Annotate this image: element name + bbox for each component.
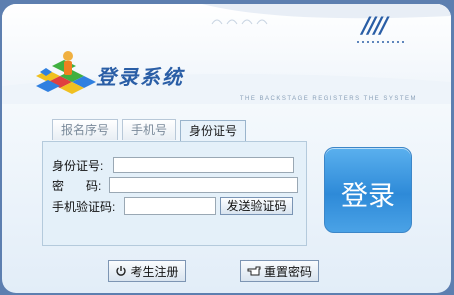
register-button-label: 考生注册 bbox=[130, 264, 179, 279]
page-subtitle: THE BACKSTAGE REGISTERS THE SYSTEM bbox=[239, 96, 417, 102]
tab-id-number[interactable]: 身份证号 bbox=[180, 120, 247, 142]
decorative-dots bbox=[357, 41, 405, 43]
id-number-label: 身份证号: bbox=[52, 159, 104, 173]
reset-password-button-label: 重置密码 bbox=[263, 264, 312, 279]
tab-phone-number[interactable]: 手机号 bbox=[122, 119, 177, 140]
password-label-char1: 密 bbox=[52, 179, 65, 193]
id-number-input[interactable] bbox=[113, 157, 294, 173]
login-panel: //// 登录系统 THE BACKSTAGE REGISTERS THE SY… bbox=[2, 4, 451, 293]
password-label-char2: 码: bbox=[86, 179, 102, 193]
login-button[interactable]: 登录 bbox=[324, 147, 412, 233]
login-method-tabs: 报名序号 手机号 身份证号 bbox=[52, 119, 247, 142]
tab-registration-number[interactable]: 报名序号 bbox=[52, 119, 119, 140]
power-icon bbox=[116, 266, 127, 276]
logo-icon bbox=[36, 51, 96, 94]
phone-code-label: 手机验证码: bbox=[52, 200, 116, 214]
hand-pointer-icon bbox=[247, 266, 261, 276]
header-banner: //// 登录系统 THE BACKSTAGE REGISTERS THE SY… bbox=[2, 4, 451, 104]
page-title: 登录系统 bbox=[96, 65, 184, 89]
register-button[interactable]: 考生注册 bbox=[108, 260, 186, 282]
login-button-label: 登录 bbox=[341, 181, 395, 212]
password-input[interactable] bbox=[109, 177, 298, 193]
reset-password-button[interactable]: 重置密码 bbox=[240, 260, 319, 282]
phone-code-input[interactable] bbox=[124, 197, 216, 215]
send-code-button[interactable]: 发送验证码 bbox=[220, 197, 293, 215]
decorative-slashes: //// bbox=[362, 14, 388, 39]
